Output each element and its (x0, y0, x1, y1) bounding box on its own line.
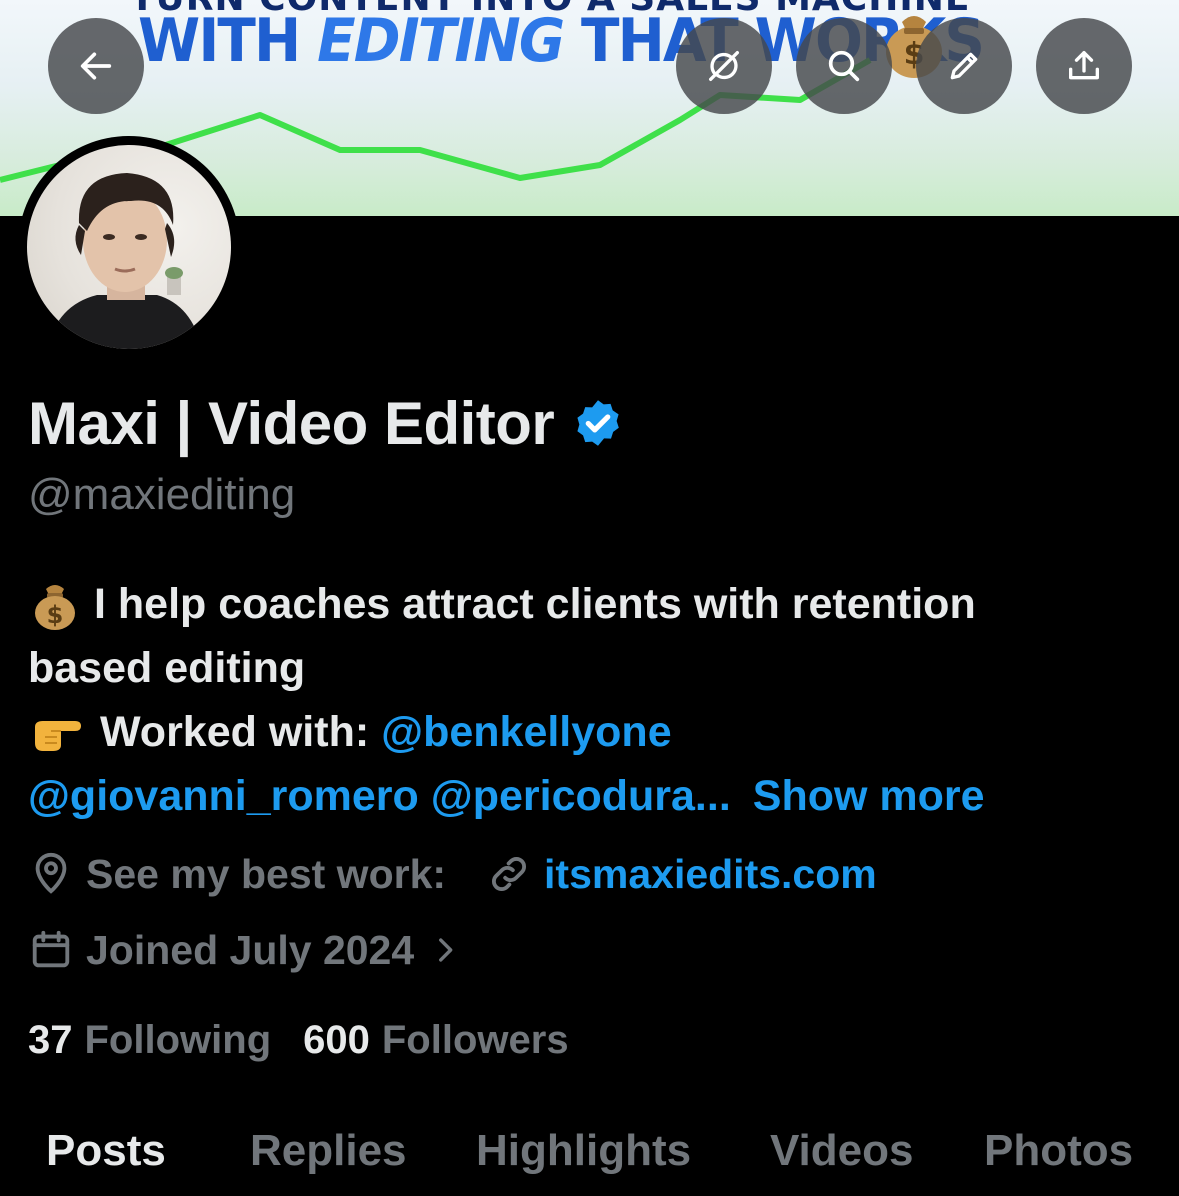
bio-line-1: $ I help coaches attract clients with re… (28, 572, 1158, 636)
mention-giovanni-romero[interactable]: @giovanni_romero (28, 764, 419, 828)
bio-line-4: @giovanni_romero @pericodura... Show mor… (28, 764, 1158, 828)
joined-date-text: Joined July 2024 (86, 926, 415, 973)
pencil-icon (950, 52, 978, 80)
moneybag-emoji-icon: $ (35, 585, 75, 630)
tab-posts[interactable]: Posts (46, 1126, 166, 1176)
followers-count: 600 (303, 1017, 370, 1062)
follow-stats: 37 Following 600 Followers (28, 1012, 569, 1068)
display-name-text: Maxi | Video Editor (28, 389, 555, 457)
search-icon (828, 50, 860, 82)
tab-videos[interactable]: Videos (770, 1126, 913, 1176)
location-text: See my best work: (86, 850, 447, 897)
edit-button[interactable] (916, 18, 1012, 114)
following-count: 37 (28, 1017, 73, 1062)
profile-handle: @maxiediting (28, 470, 296, 519)
followers-stat[interactable]: 600 Followers (303, 1018, 568, 1063)
bio-line-3: Worked with: @benkellyone (28, 700, 1158, 764)
tab-photos[interactable]: Photos (984, 1126, 1133, 1176)
bio-line-2-text: based editing (28, 644, 306, 692)
profile-avatar[interactable] (18, 136, 240, 358)
tab-highlights[interactable]: Highlights (476, 1126, 691, 1176)
calendar-icon (32, 930, 70, 968)
avatar-illustration (47, 173, 202, 349)
following-label: Following (84, 1017, 272, 1062)
followers-label: Followers (381, 1017, 569, 1062)
search-button[interactable] (796, 18, 892, 114)
display-name: Maxi | Video Editor (28, 388, 624, 458)
bio-line-3-text: Worked with: (100, 708, 370, 756)
tab-replies[interactable]: Replies (250, 1126, 407, 1176)
pointing-hand-emoji-icon (35, 721, 81, 751)
profile-bio: $ I help coaches attract clients with re… (28, 572, 1158, 828)
svg-text:$: $ (47, 601, 64, 629)
share-button[interactable] (1036, 18, 1132, 114)
website-link[interactable]: itsmaxiedits.com (544, 851, 877, 898)
verified-badge-icon[interactable] (572, 397, 624, 449)
bio-line-2: based editing (28, 636, 1158, 700)
chevron-right-icon (439, 938, 453, 962)
avatar-photo (27, 145, 231, 349)
grok-icon (709, 51, 739, 82)
location-pin-icon (35, 852, 67, 894)
share-icon (1069, 51, 1099, 80)
bio-line-1-text: I help coaches attract clients with rete… (94, 580, 976, 628)
link-icon (492, 857, 527, 891)
profile-tabs: Posts Replies Highlights Videos Photos (0, 1118, 1179, 1196)
mention-benkellyone[interactable]: @benkellyone (381, 700, 671, 764)
back-button[interactable] (48, 18, 144, 114)
profile-meta-location-row: See my best work: itsmaxiedits.com (28, 846, 877, 902)
grok-button[interactable] (676, 18, 772, 114)
show-more-link[interactable]: Show more (753, 764, 985, 828)
back-arrow-icon (80, 52, 112, 80)
profile-meta-joined-row[interactable]: Joined July 2024 (28, 922, 474, 978)
mention-pericodura[interactable]: @pericodura... (431, 764, 731, 828)
following-stat[interactable]: 37 Following (28, 1018, 271, 1063)
